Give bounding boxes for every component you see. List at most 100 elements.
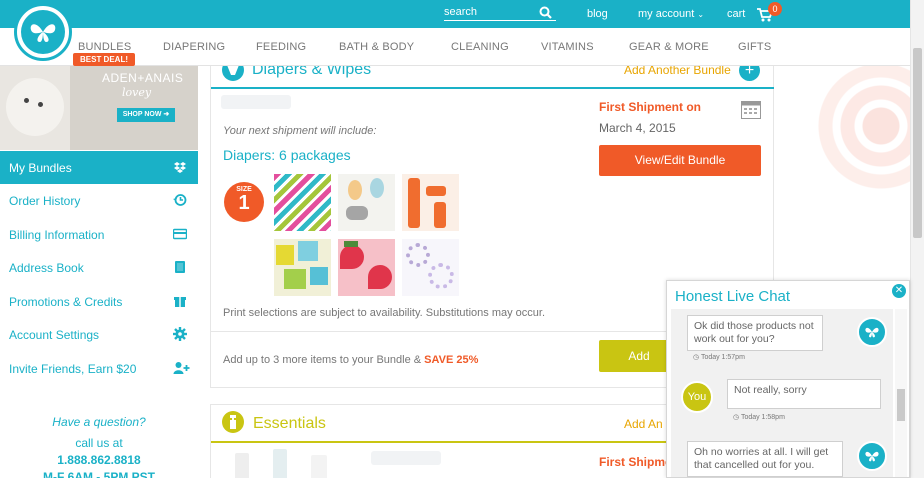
help-hours: M-F 6AM - 5PM PST [42, 470, 155, 478]
chevron-down-icon: ⌄ [697, 10, 705, 19]
butterfly-icon [865, 327, 879, 338]
best-deal-badge: BEST DEAL! [73, 53, 135, 66]
sidebar-item-invite-friends[interactable]: Invite Friends, Earn $20 [0, 352, 198, 385]
essentials-product-2[interactable] [273, 449, 287, 478]
first-shipment-label: First Shipment on [599, 100, 701, 114]
cart-count-badge: 0 [768, 2, 782, 16]
sidebar-item-label: Billing Information [9, 228, 105, 242]
sidebar-item-billing[interactable]: Billing Information [0, 218, 198, 251]
nav-bath-body[interactable]: BATH & BODY [339, 41, 414, 53]
help-call-label: call us at [75, 436, 123, 450]
dropbox-icon [174, 162, 186, 173]
plush-bear-image [6, 78, 64, 136]
user-avatar: You [681, 381, 713, 413]
nav-gifts[interactable]: GIFTS [738, 41, 771, 53]
search-input[interactable]: search [444, 5, 556, 21]
chat-message-user: Not really, sorry [727, 379, 881, 409]
sidebar-item-label: Address Book [9, 261, 84, 275]
next-shipment-label: Your next shipment will include: [223, 125, 377, 137]
chat-scrollbar[interactable] [895, 309, 907, 477]
essentials-name-placeholder [371, 451, 441, 465]
cart-link[interactable]: cart [727, 8, 745, 20]
essentials-product-1[interactable] [235, 453, 249, 478]
chat-time-text: Today 1:58pm [740, 414, 785, 421]
add-another-bundle-link[interactable]: Add Another Bundle [624, 66, 731, 77]
sidebar-item-order-history[interactable]: Order History [0, 184, 198, 217]
diaper-icon [222, 66, 244, 81]
butterfly-icon [21, 10, 65, 54]
view-edit-bundle-button[interactable]: View/Edit Bundle [599, 145, 761, 176]
search-icon[interactable] [539, 6, 552, 19]
chat-message-list: Ok did those products not work out for y… [671, 309, 893, 477]
sidebar-item-promotions[interactable]: Promotions & Credits [0, 285, 198, 318]
size-badge: SIZE 1 [224, 182, 264, 222]
bundle-name-placeholder [221, 95, 291, 109]
chat-time-text: Today 1:57pm [700, 354, 745, 361]
bundle-title: Diapers & Wipes [252, 66, 372, 78]
first-shipment-date: March 4, 2015 [599, 121, 676, 135]
account-sidebar: ADEN+ANAIS lovey SHOP NOW ➜ My Bundles O… [0, 66, 198, 478]
page-scrollbar[interactable] [910, 0, 924, 478]
flower-pattern [786, 66, 910, 296]
chat-timestamp: ◷ Today 1:57pm [693, 354, 745, 361]
address-book-icon [175, 261, 185, 273]
blog-link[interactable]: blog [587, 8, 608, 20]
sidebar-item-label: Invite Friends, Earn $20 [9, 362, 137, 376]
search-placeholder: search [444, 6, 478, 18]
ad-subtitle: lovey [122, 86, 152, 99]
sidebar-item-label: Promotions & Credits [9, 295, 123, 309]
credit-card-icon [173, 228, 187, 240]
my-account-link[interactable]: my account ⌄ [638, 8, 704, 20]
add-bundle-plus-icon[interactable]: + [739, 66, 760, 81]
page-scrollbar-thumb[interactable] [913, 48, 922, 238]
main-nav: BUNDLES DIAPERING FEEDING BATH & BODY CL… [0, 28, 910, 66]
chat-message-agent: Ok did those products not work out for y… [687, 315, 823, 351]
live-chat-widget[interactable]: Honest Live Chat ✕ Ok did those products… [666, 280, 910, 478]
close-chat-icon[interactable]: ✕ [892, 284, 906, 298]
history-icon [173, 194, 187, 206]
card-divider [211, 87, 774, 89]
ad-brand: ADEN+ANAIS [102, 71, 184, 85]
diaper-print-giraffes[interactable] [402, 174, 459, 231]
diaper-print-alphabet[interactable] [274, 239, 331, 296]
butterfly-icon [865, 451, 879, 462]
add-user-icon [173, 362, 190, 374]
gift-icon [174, 297, 186, 307]
upsell-save: SAVE 25% [424, 354, 479, 366]
add-essentials-link[interactable]: Add An [624, 417, 663, 431]
sidebar-item-account-settings[interactable]: Account Settings [0, 318, 198, 351]
essentials-product-3[interactable] [311, 455, 327, 478]
honest-company-logo[interactable] [14, 3, 72, 61]
sidebar-item-label: My Bundles [9, 161, 72, 175]
diaper-packages-count: Diapers: 6 packages [223, 147, 351, 163]
sidebar-item-my-bundles[interactable]: My Bundles [0, 151, 198, 184]
nav-diapering[interactable]: DIAPERING [163, 41, 225, 53]
gear-icon [173, 327, 187, 341]
nav-feeding[interactable]: FEEDING [256, 41, 306, 53]
nav-cleaning[interactable]: CLEANING [451, 41, 509, 53]
aden-anais-ad-banner[interactable]: ADEN+ANAIS lovey SHOP NOW ➜ [0, 66, 198, 150]
agent-avatar [857, 441, 887, 471]
spray-bottle-icon [222, 411, 244, 433]
help-phone[interactable]: 1.888.862.8818 [0, 453, 198, 467]
diaper-print-balloons[interactable] [338, 174, 395, 231]
sidebar-item-address-book[interactable]: Address Book [0, 251, 198, 284]
agent-avatar [857, 317, 887, 347]
live-chat-title: Honest Live Chat [675, 288, 791, 305]
sidebar-item-label: Order History [9, 194, 81, 208]
nav-bundles[interactable]: BUNDLES [78, 41, 131, 53]
print-availability-notice: Print selections are subject to availabi… [223, 307, 546, 319]
diaper-print-flowers[interactable] [402, 239, 459, 296]
help-section: Have a question? call us at 1.888.862.88… [0, 415, 198, 478]
essentials-first-shipment-label: First Shipme [599, 455, 672, 469]
nav-gear-more[interactable]: GEAR & MORE [629, 41, 709, 53]
diaper-print-chevron[interactable] [274, 174, 331, 231]
diaper-print-strawberries[interactable] [338, 239, 395, 296]
chat-scrollbar-thumb[interactable] [897, 389, 905, 421]
essentials-title: Essentials [253, 415, 326, 432]
help-question: Have a question? [52, 415, 146, 429]
nav-vitamins[interactable]: VITAMINS [541, 41, 594, 53]
shop-now-button[interactable]: SHOP NOW ➜ [117, 108, 175, 122]
calendar-icon[interactable] [741, 101, 761, 119]
size-value: 1 [238, 192, 250, 214]
